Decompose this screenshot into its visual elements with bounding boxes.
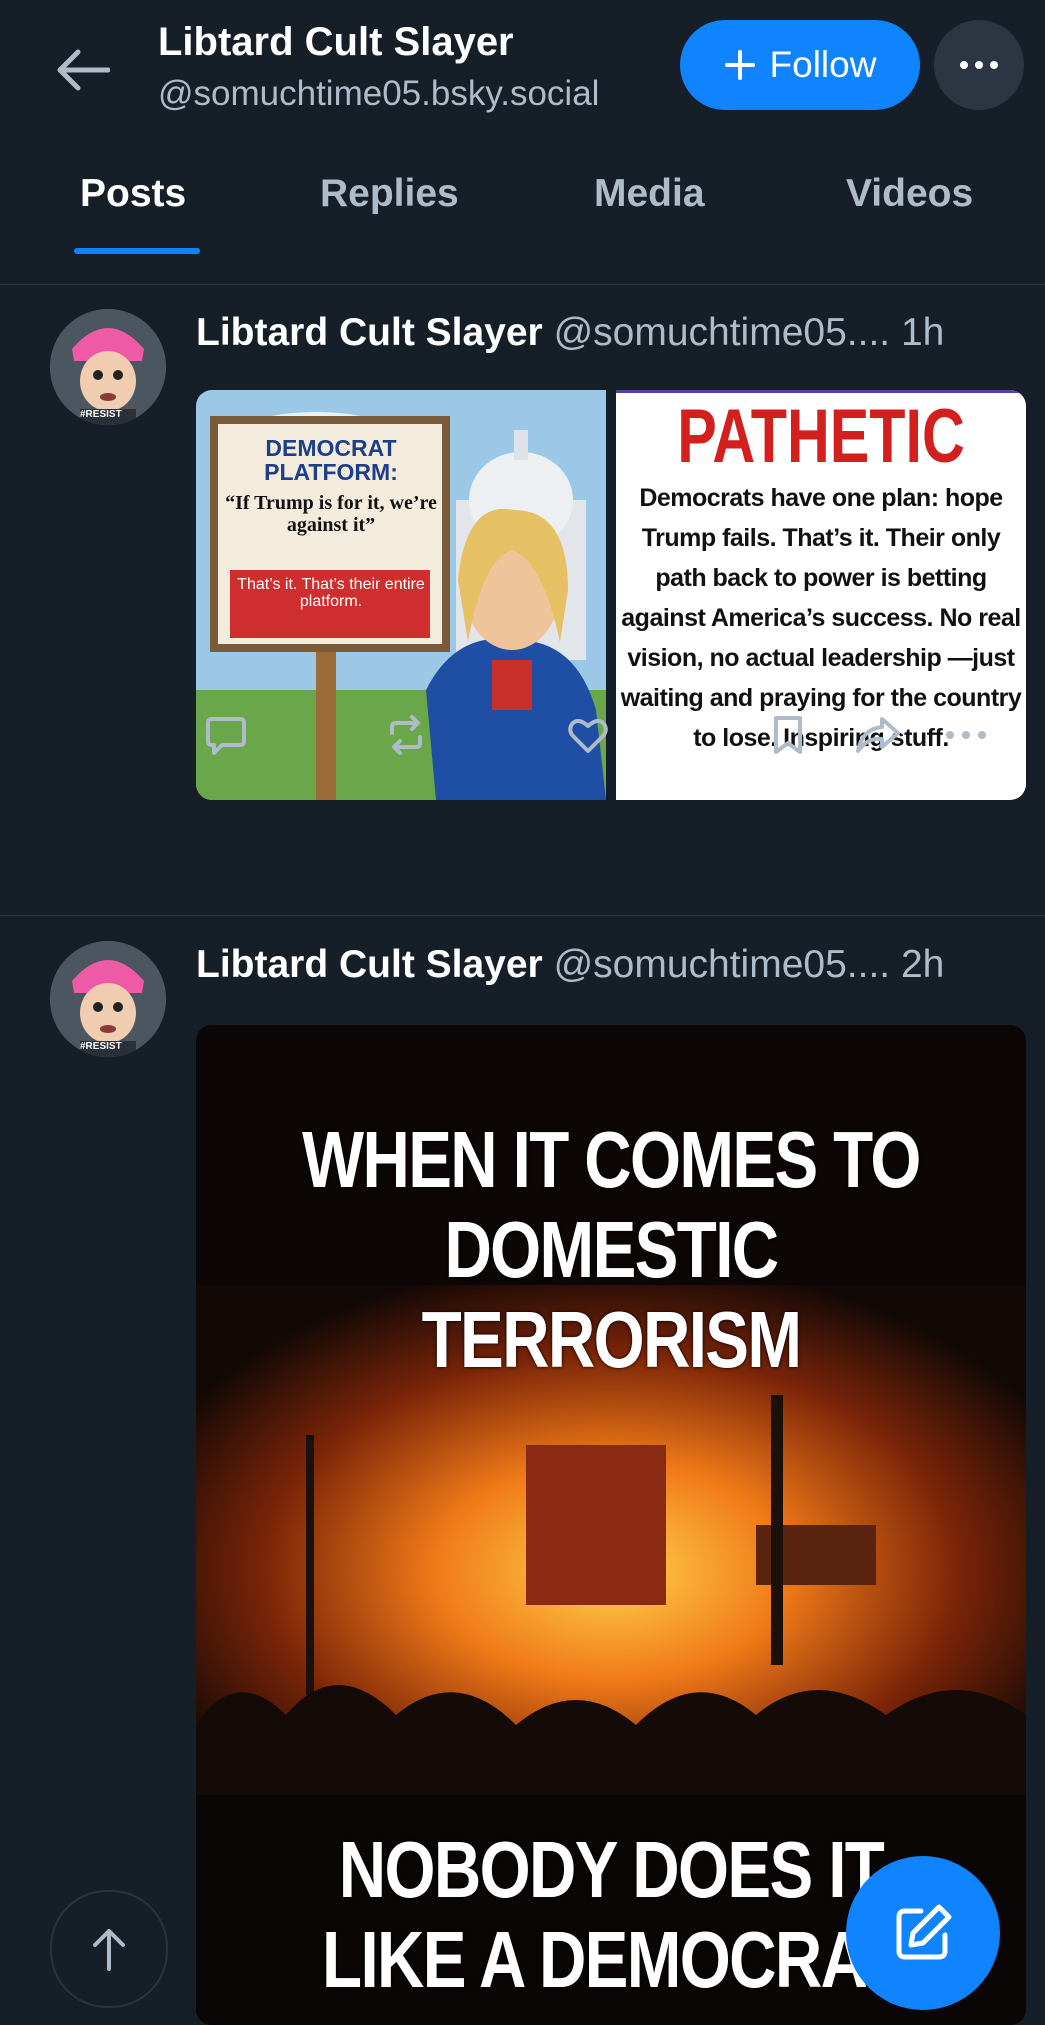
post-handle[interactable]: @somuchtime05....: [554, 943, 891, 986]
reply-button[interactable]: [196, 705, 256, 765]
plus-icon: [724, 50, 755, 80]
sign-title: DEMOCRAT PLATFORM:: [264, 435, 398, 485]
profile-display-name: Libtard Cult Slayer: [158, 20, 514, 64]
avatar-image: [50, 941, 166, 1057]
feed-post[interactable]: #RESIST Libtard Cult Slayer @somuchtime0…: [0, 917, 1045, 2025]
bookmark-icon: [774, 716, 802, 754]
repost-icon: [390, 715, 422, 755]
image-headline: PATHETIC: [677, 394, 965, 479]
ellipsis-icon: [960, 61, 998, 69]
post-time[interactable]: 2h: [901, 943, 944, 986]
avatar-badge: #RESIST: [80, 409, 122, 420]
post-author[interactable]: Libtard Cult Slayer: [196, 943, 543, 986]
heart-icon: [568, 719, 608, 753]
pencil-square-icon: [896, 1904, 952, 1960]
ellipsis-icon: [946, 731, 986, 739]
post-author[interactable]: Libtard Cult Slayer: [196, 311, 543, 354]
active-tab-indicator: [74, 248, 200, 254]
tab-videos[interactable]: Videos: [846, 172, 973, 216]
arrow-left-icon: [57, 49, 110, 91]
post-more-button[interactable]: [936, 705, 996, 765]
repost-button[interactable]: [376, 705, 436, 765]
chat-bubble-icon: [206, 717, 246, 755]
avatar-badge: #RESIST: [80, 1041, 122, 1052]
follow-button[interactable]: Follow: [680, 20, 920, 110]
scroll-to-top-button[interactable]: [50, 1890, 168, 2008]
post-handle[interactable]: @somuchtime05....: [554, 311, 891, 354]
post-actions: [196, 705, 1016, 765]
profile-header: Libtard Cult Slayer @somuchtime05.bsky.s…: [0, 0, 1045, 261]
avatar[interactable]: #RESIST: [50, 309, 166, 425]
sign-footer: That’s it. That’s their entire platform.: [237, 576, 425, 610]
share-arrow-icon: [856, 717, 900, 753]
tab-replies[interactable]: Replies: [320, 172, 459, 216]
profile-handle: @somuchtime05.bsky.social: [158, 74, 600, 113]
sign-quote: “If Trump is for it, we’re against it”: [225, 492, 437, 536]
post-time[interactable]: 1h: [901, 311, 944, 354]
header-divider: [0, 260, 1045, 285]
tab-posts[interactable]: Posts: [80, 172, 186, 216]
compose-post-button[interactable]: [846, 1856, 1000, 2010]
profile-more-button[interactable]: [934, 20, 1024, 110]
image-top-rule: [616, 390, 1026, 393]
meme-top-text: WHEN IT COMES TO DOMESTIC TERRORISM: [302, 1115, 921, 1384]
profile-tabs: Posts Replies Media Videos: [0, 160, 1045, 260]
follow-label: Follow: [769, 44, 877, 85]
feed-post[interactable]: #RESIST Libtard Cult Slayer @somuchtime0…: [0, 285, 1045, 916]
arrow-up-icon: [93, 1929, 125, 1971]
back-button[interactable]: [50, 38, 114, 102]
share-button[interactable]: [848, 705, 908, 765]
bookmark-button[interactable]: [758, 705, 818, 765]
post-header: Libtard Cult Slayer @somuchtime05.... 2h: [196, 943, 944, 987]
avatar[interactable]: #RESIST: [50, 941, 166, 1057]
avatar-image: [50, 309, 166, 425]
like-button[interactable]: [558, 705, 618, 765]
tab-media[interactable]: Media: [594, 172, 705, 216]
post-header: Libtard Cult Slayer @somuchtime05.... 1h: [196, 311, 944, 355]
